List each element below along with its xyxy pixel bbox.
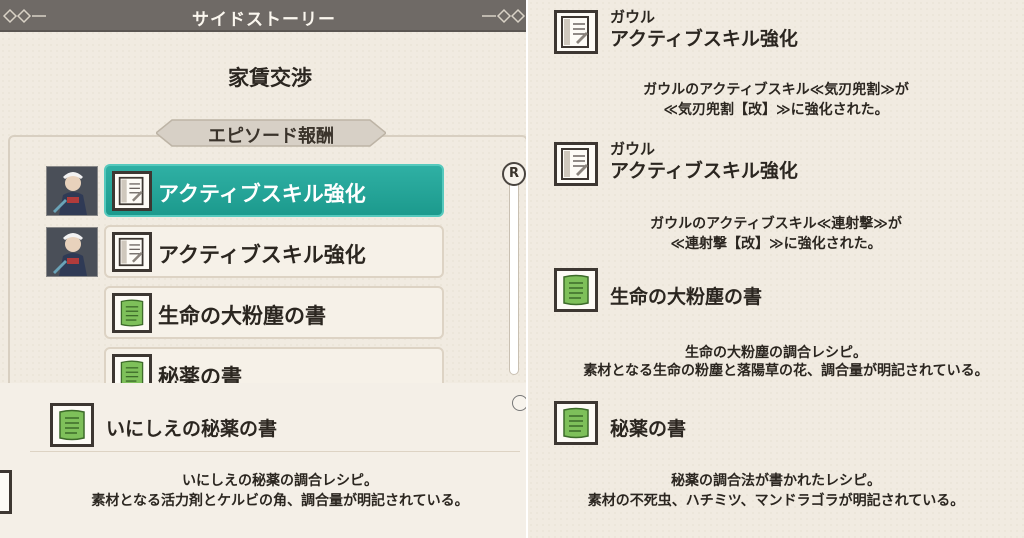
item-desc-line-1: 秘薬の調合法が書かれたレシピ。 <box>671 473 881 489</box>
item-name: アクティブスキル強化 <box>610 28 798 50</box>
detail-item-name: いにしえの秘薬の書 <box>106 418 278 440</box>
reward-list-scrollbar[interactable] <box>509 175 519 375</box>
character-avatar <box>46 227 98 277</box>
item-name: 秘薬の書 <box>610 418 687 440</box>
side-story-panel: サイドストーリー 家賃交渉 エピソード報酬 アクティブスキル強化 アクティブスキ… <box>0 0 528 538</box>
item-desc-line-2: ≪連射撃【改】≫に強化された。 <box>670 236 882 252</box>
item-desc-line-2: 素材の不死虫、ハチミツ、マンドラゴラが明記されている。 <box>587 493 965 509</box>
green-book-icon <box>112 293 152 333</box>
page-title: サイドストーリー <box>192 10 336 30</box>
skill-scroll-icon <box>554 10 598 54</box>
partial-item-icon <box>0 470 12 514</box>
skill-scroll-icon <box>112 232 152 272</box>
character-avatar <box>46 166 98 216</box>
skill-scroll-icon <box>112 171 152 211</box>
item-desc-line-1: ガウルのアクティブスキル≪連射撃≫が <box>650 216 902 232</box>
item-desc-line-1: 生命の大粉塵の調合レシピ。 <box>685 345 867 361</box>
item-detail-popup: いにしえの秘薬の書 いにしえの秘薬の調合レシピ。 素材となる活力剤とケルビの角、… <box>0 383 528 538</box>
reward-row-skill-upgrade-1[interactable]: アクティブスキル強化 <box>104 164 444 217</box>
item-name: 生命の大粉塵の書 <box>610 286 763 308</box>
green-book-icon <box>554 268 598 312</box>
detail-desc-line-1: いにしえの秘薬の調合レシピ。 <box>182 473 378 489</box>
reward-row-label: アクティブスキル強化 <box>158 243 366 267</box>
reward-section-banner: エピソード報酬 <box>156 118 386 148</box>
reward-row-label: 生命の大粉塵の書 <box>158 304 326 328</box>
green-book-icon <box>554 401 598 445</box>
reward-row-label: アクティブスキル強化 <box>158 182 366 206</box>
item-desc-line-2: 素材となる生命の粉塵と落陽草の花、調合量が明記されている。 <box>583 363 989 379</box>
item-desc-line-2: ≪気刃兜割【改】≫に強化された。 <box>663 102 889 118</box>
reward-section-label: エピソード報酬 <box>208 126 334 147</box>
detail-desc-line-2: 素材となる活力剤とケルビの角、調合量が明記されている。 <box>91 493 469 509</box>
reward-detail-list: ガウル アクティブスキル強化 ガウルのアクティブスキル≪気刃兜割≫が ≪気刃兜割… <box>528 0 1024 538</box>
divider <box>30 451 520 452</box>
header-bar: サイドストーリー <box>0 0 528 32</box>
reward-row-life-dust-book[interactable]: 生命の大粉塵の書 <box>104 286 444 339</box>
skill-scroll-icon <box>554 142 598 186</box>
item-desc-line-1: ガウルのアクティブスキル≪気刃兜割≫が <box>643 82 909 98</box>
reward-row-skill-upgrade-2[interactable]: アクティブスキル強化 <box>104 225 444 278</box>
green-book-icon <box>50 403 94 447</box>
item-name: アクティブスキル強化 <box>610 160 798 182</box>
header-ornament-right <box>482 8 526 24</box>
story-title: 家賃交渉 <box>228 66 312 90</box>
r-scroll-button[interactable]: R <box>502 162 526 186</box>
